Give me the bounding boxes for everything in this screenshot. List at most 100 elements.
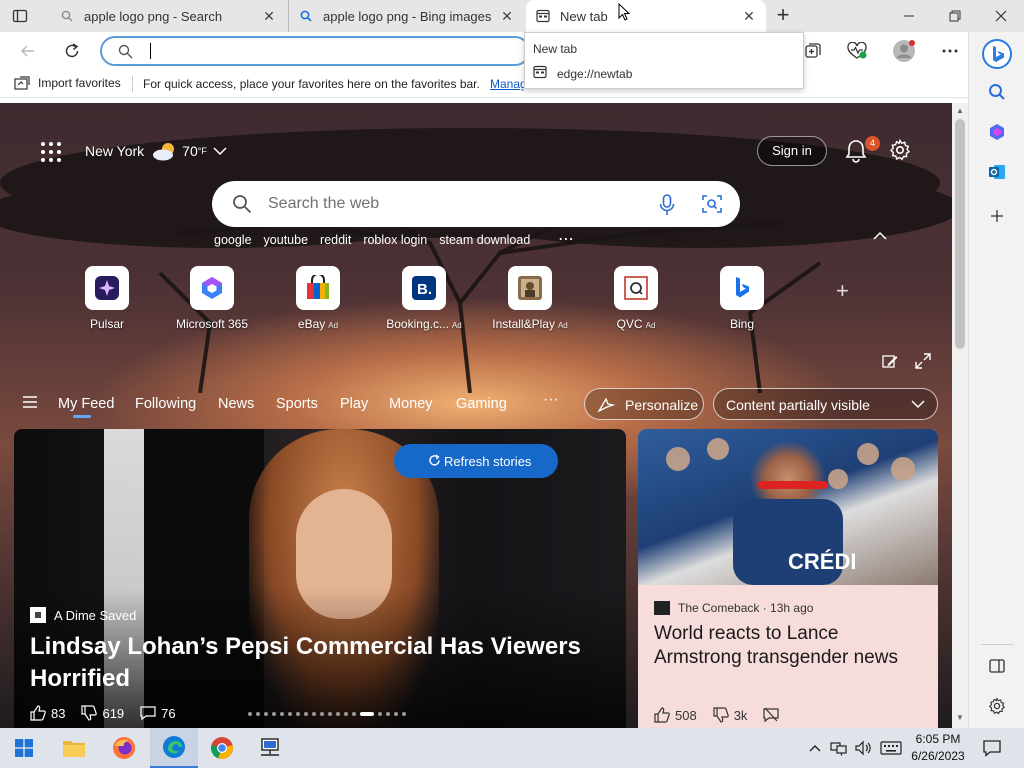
trending-item[interactable]: youtube [264, 233, 308, 247]
settings-and-more-icon[interactable] [939, 40, 961, 62]
trending-item[interactable]: google [214, 233, 252, 247]
close-tab-icon[interactable]: ✕ [500, 8, 514, 24]
close-tab-icon[interactable]: ✕ [262, 8, 276, 24]
carousel-dots[interactable] [248, 712, 410, 716]
tab-label: apple logo png - Bing images [323, 8, 492, 24]
import-favorites-icon [14, 76, 30, 90]
feed-tab-my-feed[interactable]: My Feed [58, 396, 114, 418]
tab-new-tab[interactable]: New tab ✕ [526, 0, 766, 32]
scroll-up-arrow-icon[interactable]: ▲ [956, 106, 964, 115]
tab-apple-logo-bing-images[interactable]: apple logo png - Bing images ✕ [288, 0, 524, 32]
sidebar-settings-icon[interactable] [985, 694, 1009, 718]
profile-avatar[interactable] [892, 39, 916, 63]
like-button[interactable]: 83 [30, 705, 65, 721]
quick-link-qvc[interactable]: QVC Ad [588, 266, 684, 331]
quick-link-microsoft-365[interactable]: Microsoft 365 [164, 266, 260, 331]
action-center-icon[interactable] [982, 738, 1002, 758]
dislike-count: 619 [102, 705, 125, 721]
search-icon[interactable] [985, 80, 1009, 104]
outlook-icon[interactable] [985, 160, 1009, 184]
hamburger-menu-icon[interactable] [22, 395, 38, 411]
story-source-name: The Comeback · 13h ago [678, 601, 814, 615]
quick-link-label: Bing [729, 317, 755, 331]
page-scrollbar[interactable]: ▲ ▼ [952, 103, 968, 728]
back-button[interactable] [16, 39, 40, 63]
restore-button[interactable] [932, 0, 978, 32]
microphone-icon[interactable] [659, 194, 675, 221]
refresh-button[interactable] [60, 39, 84, 63]
page-settings-gear-icon[interactable] [889, 138, 911, 161]
story-headline[interactable]: Lindsay Lohan’s Pepsi Commercial Has Vie… [30, 631, 590, 695]
feed-tab-following[interactable]: Following [135, 396, 196, 412]
like-button[interactable]: 508 [654, 707, 697, 723]
navigation-bar [0, 32, 1024, 70]
volume-icon[interactable] [853, 738, 873, 758]
microsoft-365-icon[interactable] [985, 120, 1009, 144]
taskbar-remote-desktop[interactable] [246, 728, 294, 768]
scroll-down-arrow-icon[interactable]: ▼ [956, 713, 964, 722]
network-icon[interactable] [829, 738, 849, 758]
favorites-bar: Import favorites For quick access, place… [0, 70, 968, 98]
visual-search-icon[interactable] [702, 194, 722, 219]
taskbar-file-explorer[interactable] [50, 728, 98, 768]
trending-item[interactable]: reddit [320, 233, 351, 247]
system-clock[interactable]: 6:05 PM 6/26/2023 [906, 731, 970, 765]
add-quick-link-button[interactable]: + [836, 278, 849, 304]
tab-apple-logo-search[interactable]: apple logo png - Search ✕ [48, 0, 286, 32]
more-options-icon[interactable]: ⋯ [558, 229, 575, 249]
story-headline[interactable]: World reacts to Lance Armstrong transgen… [654, 622, 930, 670]
hide-story-button[interactable] [763, 707, 784, 723]
weather-widget[interactable]: New York 70 °F [85, 141, 227, 161]
tab-actions-icon[interactable] [12, 8, 28, 24]
bing-copilot-button[interactable] [981, 38, 1013, 70]
web-search-box[interactable]: Search the web [212, 181, 740, 227]
minimize-button[interactable] [886, 0, 932, 32]
touch-keyboard-icon[interactable] [879, 738, 903, 758]
edit-background-icon[interactable] [882, 353, 898, 374]
import-favorites-button[interactable]: Import favorites [14, 76, 121, 90]
apps-launcher-icon[interactable] [40, 141, 64, 165]
trending-item[interactable]: roblox login [363, 233, 427, 247]
browser-essentials-icon[interactable] [846, 40, 868, 62]
new-tab-button[interactable]: + [772, 4, 794, 27]
feed-navigation: My Feed Following News Sports Play Money… [0, 383, 952, 425]
sign-in-button[interactable]: Sign in [757, 136, 827, 166]
show-hidden-icons-chevron-up-icon[interactable] [805, 738, 825, 758]
notifications-bell-icon[interactable] [845, 139, 867, 163]
personalize-button[interactable]: Personalize [584, 388, 704, 420]
dislike-button[interactable]: 3k [713, 707, 747, 723]
manage-favorites-link[interactable]: Manage favorites now [490, 77, 524, 91]
feed-tab-news[interactable]: News [218, 396, 254, 412]
comments-button[interactable]: 76 [140, 705, 176, 721]
quick-link-ebay[interactable]: eBay Ad [270, 266, 366, 331]
taskbar-edge[interactable] [150, 728, 198, 768]
close-window-button[interactable] [978, 0, 1024, 32]
comment-icon [140, 706, 156, 721]
address-bar[interactable] [100, 36, 530, 66]
taskbar-chrome[interactable] [198, 728, 246, 768]
quick-link-bing[interactable]: Bing [694, 266, 790, 331]
hide-sidebar-icon[interactable] [985, 654, 1009, 678]
more-feed-tabs-button[interactable]: ··· [543, 391, 559, 409]
expand-background-icon[interactable] [915, 353, 931, 374]
quick-link-booking[interactable]: B. Booking.c... Ad [376, 266, 472, 331]
feed-tab-gaming[interactable]: Gaming [456, 396, 507, 412]
add-sidebar-app-icon[interactable] [985, 204, 1009, 228]
taskbar-firefox[interactable] [100, 728, 148, 768]
content-visibility-dropdown[interactable]: Content partially visible [713, 388, 938, 420]
side-story-card[interactable]: CRÉDI The Comeback · 13h ago World react… [638, 429, 938, 728]
start-button[interactable] [0, 728, 48, 768]
quick-link-pulsar[interactable]: Pulsar [59, 266, 155, 331]
collapse-chevron-up-icon[interactable] [873, 228, 887, 244]
quick-link-install-play[interactable]: Install&Play Ad [482, 266, 578, 331]
dislike-button[interactable]: 619 [81, 705, 124, 721]
scrollbar-thumb[interactable] [955, 119, 965, 349]
trending-item[interactable]: steam download [439, 233, 530, 247]
close-tab-icon[interactable]: ✕ [742, 8, 756, 24]
collections-icon[interactable] [802, 40, 824, 62]
feed-tab-sports[interactable]: Sports [276, 396, 318, 412]
feed-tab-play[interactable]: Play [340, 396, 368, 412]
feed-tab-money[interactable]: Money [389, 396, 433, 412]
weather-city: New York [85, 143, 145, 159]
refresh-stories-button[interactable]: Refresh stories [394, 444, 558, 478]
